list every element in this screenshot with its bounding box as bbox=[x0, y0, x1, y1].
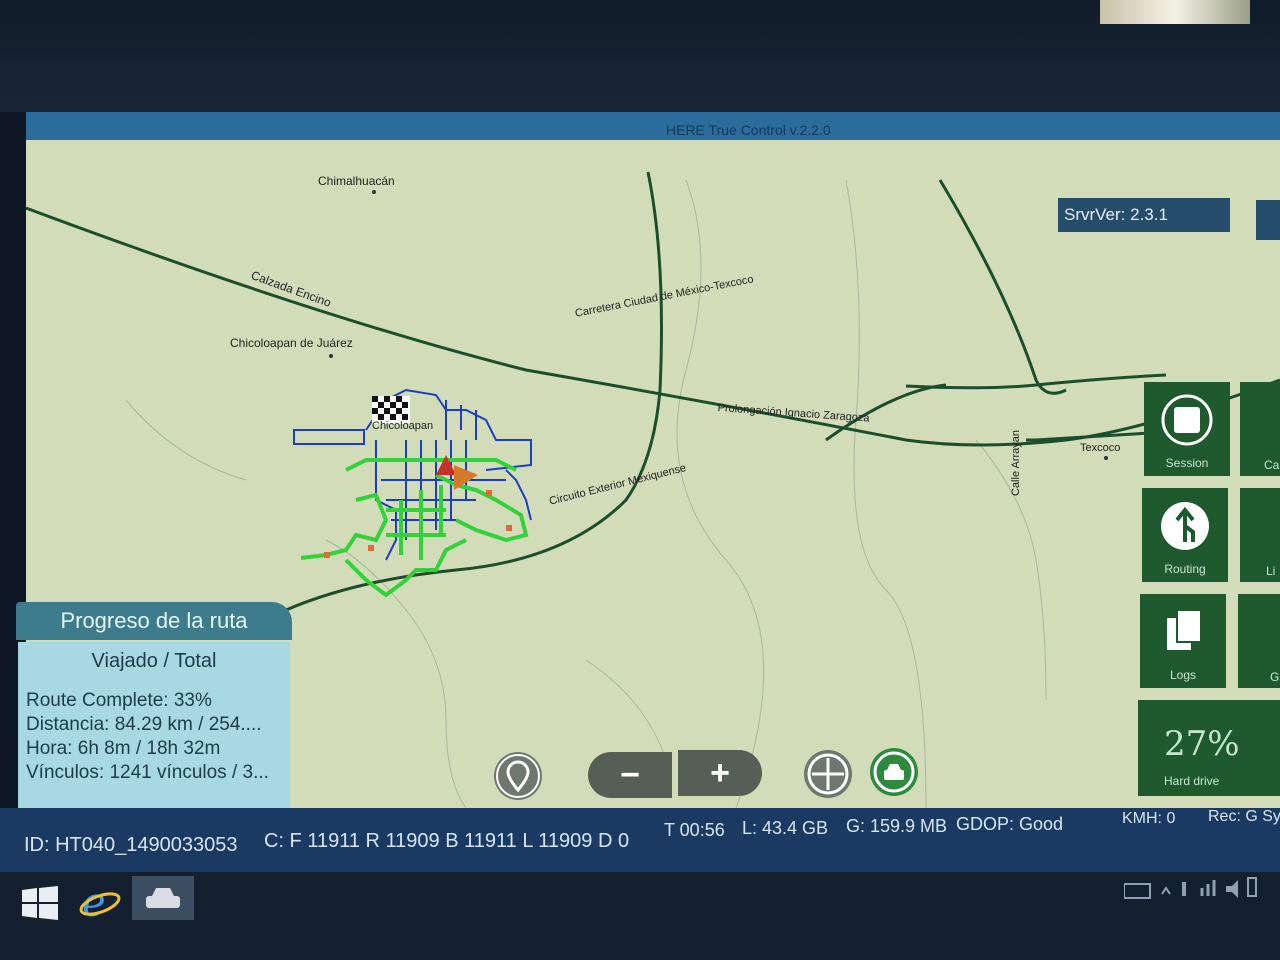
route-complete-label: Route Complete: bbox=[26, 690, 169, 711]
status-local-storage: L: 43.4 GB bbox=[742, 818, 829, 838]
internet-explorer-icon[interactable]: e bbox=[78, 880, 122, 929]
session-button[interactable]: Session bbox=[1144, 382, 1230, 476]
progress-panel-title: Progreso de la ruta bbox=[16, 602, 292, 640]
gps-button[interactable]: G bbox=[1238, 594, 1280, 688]
monitor-bezel bbox=[0, 0, 1280, 112]
status-id: ID: HT040_1490033053 bbox=[24, 834, 238, 856]
routing-button[interactable]: Routing bbox=[1142, 488, 1228, 582]
window-title: HERE True Control v.2.2.0 bbox=[666, 122, 831, 138]
time-label: Hora: bbox=[26, 738, 73, 759]
camera-button[interactable]: Ca bbox=[1240, 382, 1280, 476]
distance-row: Distancia: 84.29 km / 254.... bbox=[26, 714, 262, 736]
hard-drive-percent: 27% bbox=[1164, 724, 1240, 764]
background-photo bbox=[1100, 0, 1250, 24]
distance-value: 84.29 km / 254.... bbox=[114, 714, 262, 735]
status-kmh: KMH: 0 bbox=[1122, 810, 1176, 827]
center-map-button[interactable] bbox=[804, 750, 852, 798]
zoom-out-button[interactable]: − bbox=[588, 752, 672, 798]
lidar-button[interactable]: Li bbox=[1240, 488, 1280, 582]
routing-icon bbox=[1161, 502, 1209, 550]
status-rec: Rec: G Sy bbox=[1208, 808, 1280, 825]
time-row: Hora: 6h 8m / 18h 32m bbox=[26, 738, 220, 760]
logs-label: Logs bbox=[1169, 668, 1197, 682]
distance-label: Distancia: bbox=[26, 714, 110, 735]
route-progress-panel: Progreso de la ruta Viajado / Total Rout… bbox=[16, 602, 292, 822]
taskbar: e bbox=[0, 872, 1280, 960]
hard-drive-tile[interactable]: 27% Hard drive bbox=[1138, 700, 1262, 796]
hard-drive-label: Hard drive bbox=[1164, 774, 1220, 788]
links-label: Vínculos: bbox=[26, 762, 105, 783]
status-bar: ID: HT040_1490033053 C: F 11911 R 11909 … bbox=[0, 808, 1280, 872]
car-app-icon[interactable] bbox=[132, 876, 194, 920]
progress-subtitle: Viajado / Total bbox=[91, 650, 217, 672]
status-gps-storage: G: 159.9 MB bbox=[846, 816, 948, 836]
links-value: 1241 vínculos / 3... bbox=[109, 762, 269, 783]
crosshair-icon bbox=[807, 753, 849, 795]
hard-drive-icon bbox=[1254, 700, 1280, 796]
windows-logo-icon[interactable] bbox=[22, 886, 58, 925]
label-chimalhuacan: Chimalhuacán bbox=[318, 174, 395, 188]
zoom-in-button[interactable]: + bbox=[678, 750, 762, 796]
documents-icon bbox=[1167, 609, 1202, 650]
label-texcoco: Texcoco bbox=[1080, 442, 1121, 454]
status-time: T 00:56 bbox=[664, 820, 725, 840]
progress-panel-body: Viajado / Total Route Complete: 33% Dist… bbox=[18, 642, 290, 822]
label-arrayan: Calle Arrayan bbox=[1010, 429, 1022, 496]
route-complete-row: Route Complete: 33% bbox=[26, 690, 212, 712]
camera-label: Ca bbox=[1264, 458, 1280, 472]
stop-icon bbox=[1161, 394, 1213, 446]
system-tray[interactable] bbox=[1123, 872, 1274, 912]
session-label: Session bbox=[1165, 456, 1209, 470]
status-gdop: GDOP: Good bbox=[956, 814, 1064, 834]
car-follow-icon bbox=[873, 751, 915, 793]
routing-label: Routing bbox=[1164, 562, 1206, 576]
gps-label: G bbox=[1270, 670, 1280, 684]
location-pin-button[interactable] bbox=[494, 752, 542, 800]
collapse-corner-button[interactable] bbox=[1256, 200, 1280, 240]
location-pin-icon bbox=[496, 754, 540, 798]
label-chicoloapan-short: Chicoloapan bbox=[372, 420, 434, 432]
follow-vehicle-button[interactable] bbox=[870, 748, 918, 796]
lidar-label: Li bbox=[1266, 564, 1276, 578]
links-row: Vínculos: 1241 vínculos / 3... bbox=[26, 762, 269, 784]
logs-button[interactable]: Logs bbox=[1140, 594, 1226, 688]
time-value: 6h 8m / 18h 32m bbox=[77, 738, 221, 759]
label-chicoloapan: Chicoloapan de Juárez bbox=[230, 336, 353, 350]
status-counts: C: F 11911 R 11909 B 11911 L 11909 D 0 bbox=[264, 830, 630, 852]
server-version: SrvrVer: 2.3.1 bbox=[1058, 198, 1230, 232]
route-complete-value: 33% bbox=[173, 690, 212, 711]
